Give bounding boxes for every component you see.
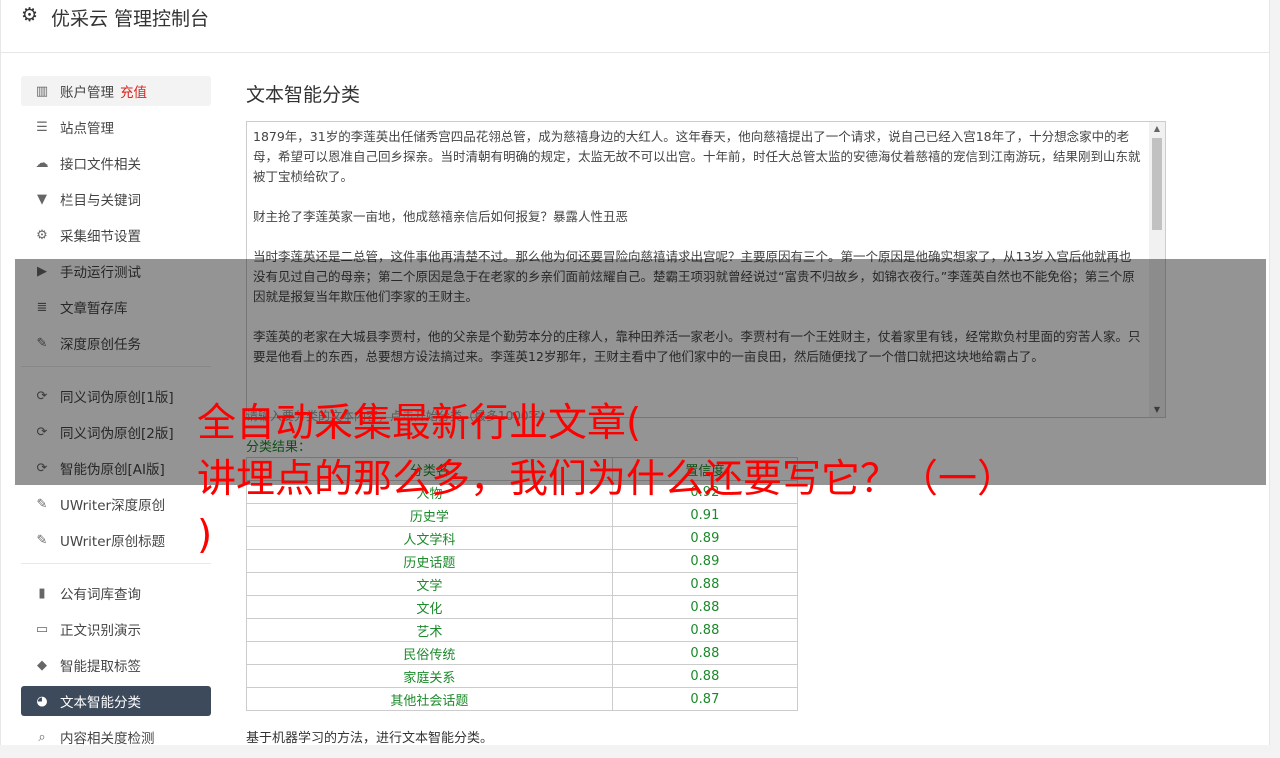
sidebar-item-text-classify[interactable]: ◕ 文本智能分类 <box>21 686 211 716</box>
server-icon: ☰ <box>36 119 48 135</box>
sidebar-item-collect-settings[interactable]: ⚙ 采集细节设置 <box>21 220 211 250</box>
table-row: 其他社会话题 0.87 <box>246 687 799 711</box>
filter-icon: ▼ <box>37 191 47 207</box>
sidebar-item-label: 账户管理 <box>60 85 114 101</box>
gear-icon[interactable]: ⚙ <box>21 4 38 26</box>
sidebar-item-label: 内容相关度检测 <box>60 731 155 747</box>
sidebar-item-label: 站点管理 <box>60 121 114 137</box>
sidebar-item-relevance-check[interactable]: ⌕ 内容相关度检测 <box>21 722 211 752</box>
table-row: 艺术 0.88 <box>246 618 799 642</box>
scroll-thumb[interactable] <box>1152 138 1162 230</box>
sidebar-item-columns-keywords[interactable]: ▼ 栏目与关键词 <box>21 184 211 214</box>
pie-chart-icon: ◕ <box>36 693 48 709</box>
category-cell: 其他社会话题 <box>246 687 613 711</box>
confidence-cell: 0.88 <box>611 595 799 619</box>
cloud-upload-icon: ☁ <box>35 155 49 171</box>
headline-line: ) <box>197 513 213 558</box>
sidebar-item-label: 正文识别演示 <box>60 623 141 639</box>
confidence-cell: 0.88 <box>611 641 799 665</box>
sidebar-item-label: UWriter原创标题 <box>60 534 166 550</box>
scroll-up-icon[interactable]: ▲ <box>1149 122 1165 136</box>
sidebar-item-label: 接口文件相关 <box>60 157 141 173</box>
headline-line: 全自动采集最新行业文章( <box>197 401 642 446</box>
bar-chart-icon: ▥ <box>35 83 49 99</box>
edit-icon: ✎ <box>36 532 48 548</box>
table-row: 文学 0.88 <box>246 572 799 596</box>
sidebar-item-label: 文本智能分类 <box>60 695 141 711</box>
category-cell: 家庭关系 <box>246 664 613 688</box>
recharge-link[interactable]: 充值 <box>120 81 147 101</box>
confidence-cell: 0.87 <box>611 687 799 711</box>
confidence-cell: 0.88 <box>611 572 799 596</box>
top-bar: ⚙ 优采云 管理控制台 <box>1 0 1269 53</box>
tag-icon: ◆ <box>37 657 47 673</box>
monitor-icon: ▭ <box>35 621 49 637</box>
page-title: 文本智能分类 <box>246 84 361 106</box>
sidebar-item-api-files[interactable]: ☁ 接口文件相关 <box>21 148 211 178</box>
sidebar-item-body-recognition[interactable]: ▭ 正文识别演示 <box>21 614 211 644</box>
sidebar-item-uwriter-deep[interactable]: ✎ UWriter深度原创 <box>21 489 211 519</box>
table-row: 文化 0.88 <box>246 595 799 619</box>
category-cell: 艺术 <box>246 618 613 642</box>
confidence-cell: 0.88 <box>611 618 799 642</box>
edit-icon: ✎ <box>36 496 48 512</box>
search-icon: ⌕ <box>38 729 46 745</box>
sidebar-item-label: UWriter深度原创 <box>60 498 166 514</box>
sidebar-item-account[interactable]: ▥ 账户管理 充值 <box>21 76 211 106</box>
sidebar-item-uwriter-title[interactable]: ✎ UWriter原创标题 <box>21 525 211 555</box>
sidebar-item-label: 采集细节设置 <box>60 229 141 245</box>
method-note: 基于机器学习的方法，进行文本智能分类。 <box>246 731 494 746</box>
overlay-headline: 全自动采集最新行业文章( 讲埋点的那么多，我们为什么还要写它？（一） ) <box>197 396 1197 564</box>
app-title: 优采云 管理控制台 <box>51 8 210 30</box>
book-icon: ▮ <box>38 585 46 601</box>
sidebar-item-label: 栏目与关键词 <box>60 193 141 209</box>
category-cell: 文学 <box>246 572 613 596</box>
sidebar-divider <box>21 563 211 564</box>
confidence-cell: 0.88 <box>611 664 799 688</box>
text-paragraph: 1879年，31岁的李莲英出任储秀宫四品花翎总管，成为慈禧身边的大红人。这年春天… <box>253 129 1141 184</box>
category-cell: 民俗传统 <box>246 641 613 665</box>
category-cell: 文化 <box>246 595 613 619</box>
gears-icon: ⚙ <box>36 227 48 243</box>
sidebar-item-tag-extract[interactable]: ◆ 智能提取标签 <box>21 650 211 680</box>
sidebar-item-label: 公有词库查询 <box>60 587 141 603</box>
sidebar-item-public-lexicon[interactable]: ▮ 公有词库查询 <box>21 578 211 608</box>
sidebar-item-label: 智能提取标签 <box>60 659 141 675</box>
sidebar-item-sites[interactable]: ☰ 站点管理 <box>21 112 211 142</box>
text-paragraph: 财主抢了李莲英家一亩地，他成慈禧亲信后如何报复？暴露人性丑恶 <box>253 209 629 224</box>
headline-line: 讲埋点的那么多，我们为什么还要写它？（一） <box>197 457 1017 502</box>
table-row: 家庭关系 0.88 <box>246 664 799 688</box>
table-row: 民俗传统 0.88 <box>246 641 799 665</box>
